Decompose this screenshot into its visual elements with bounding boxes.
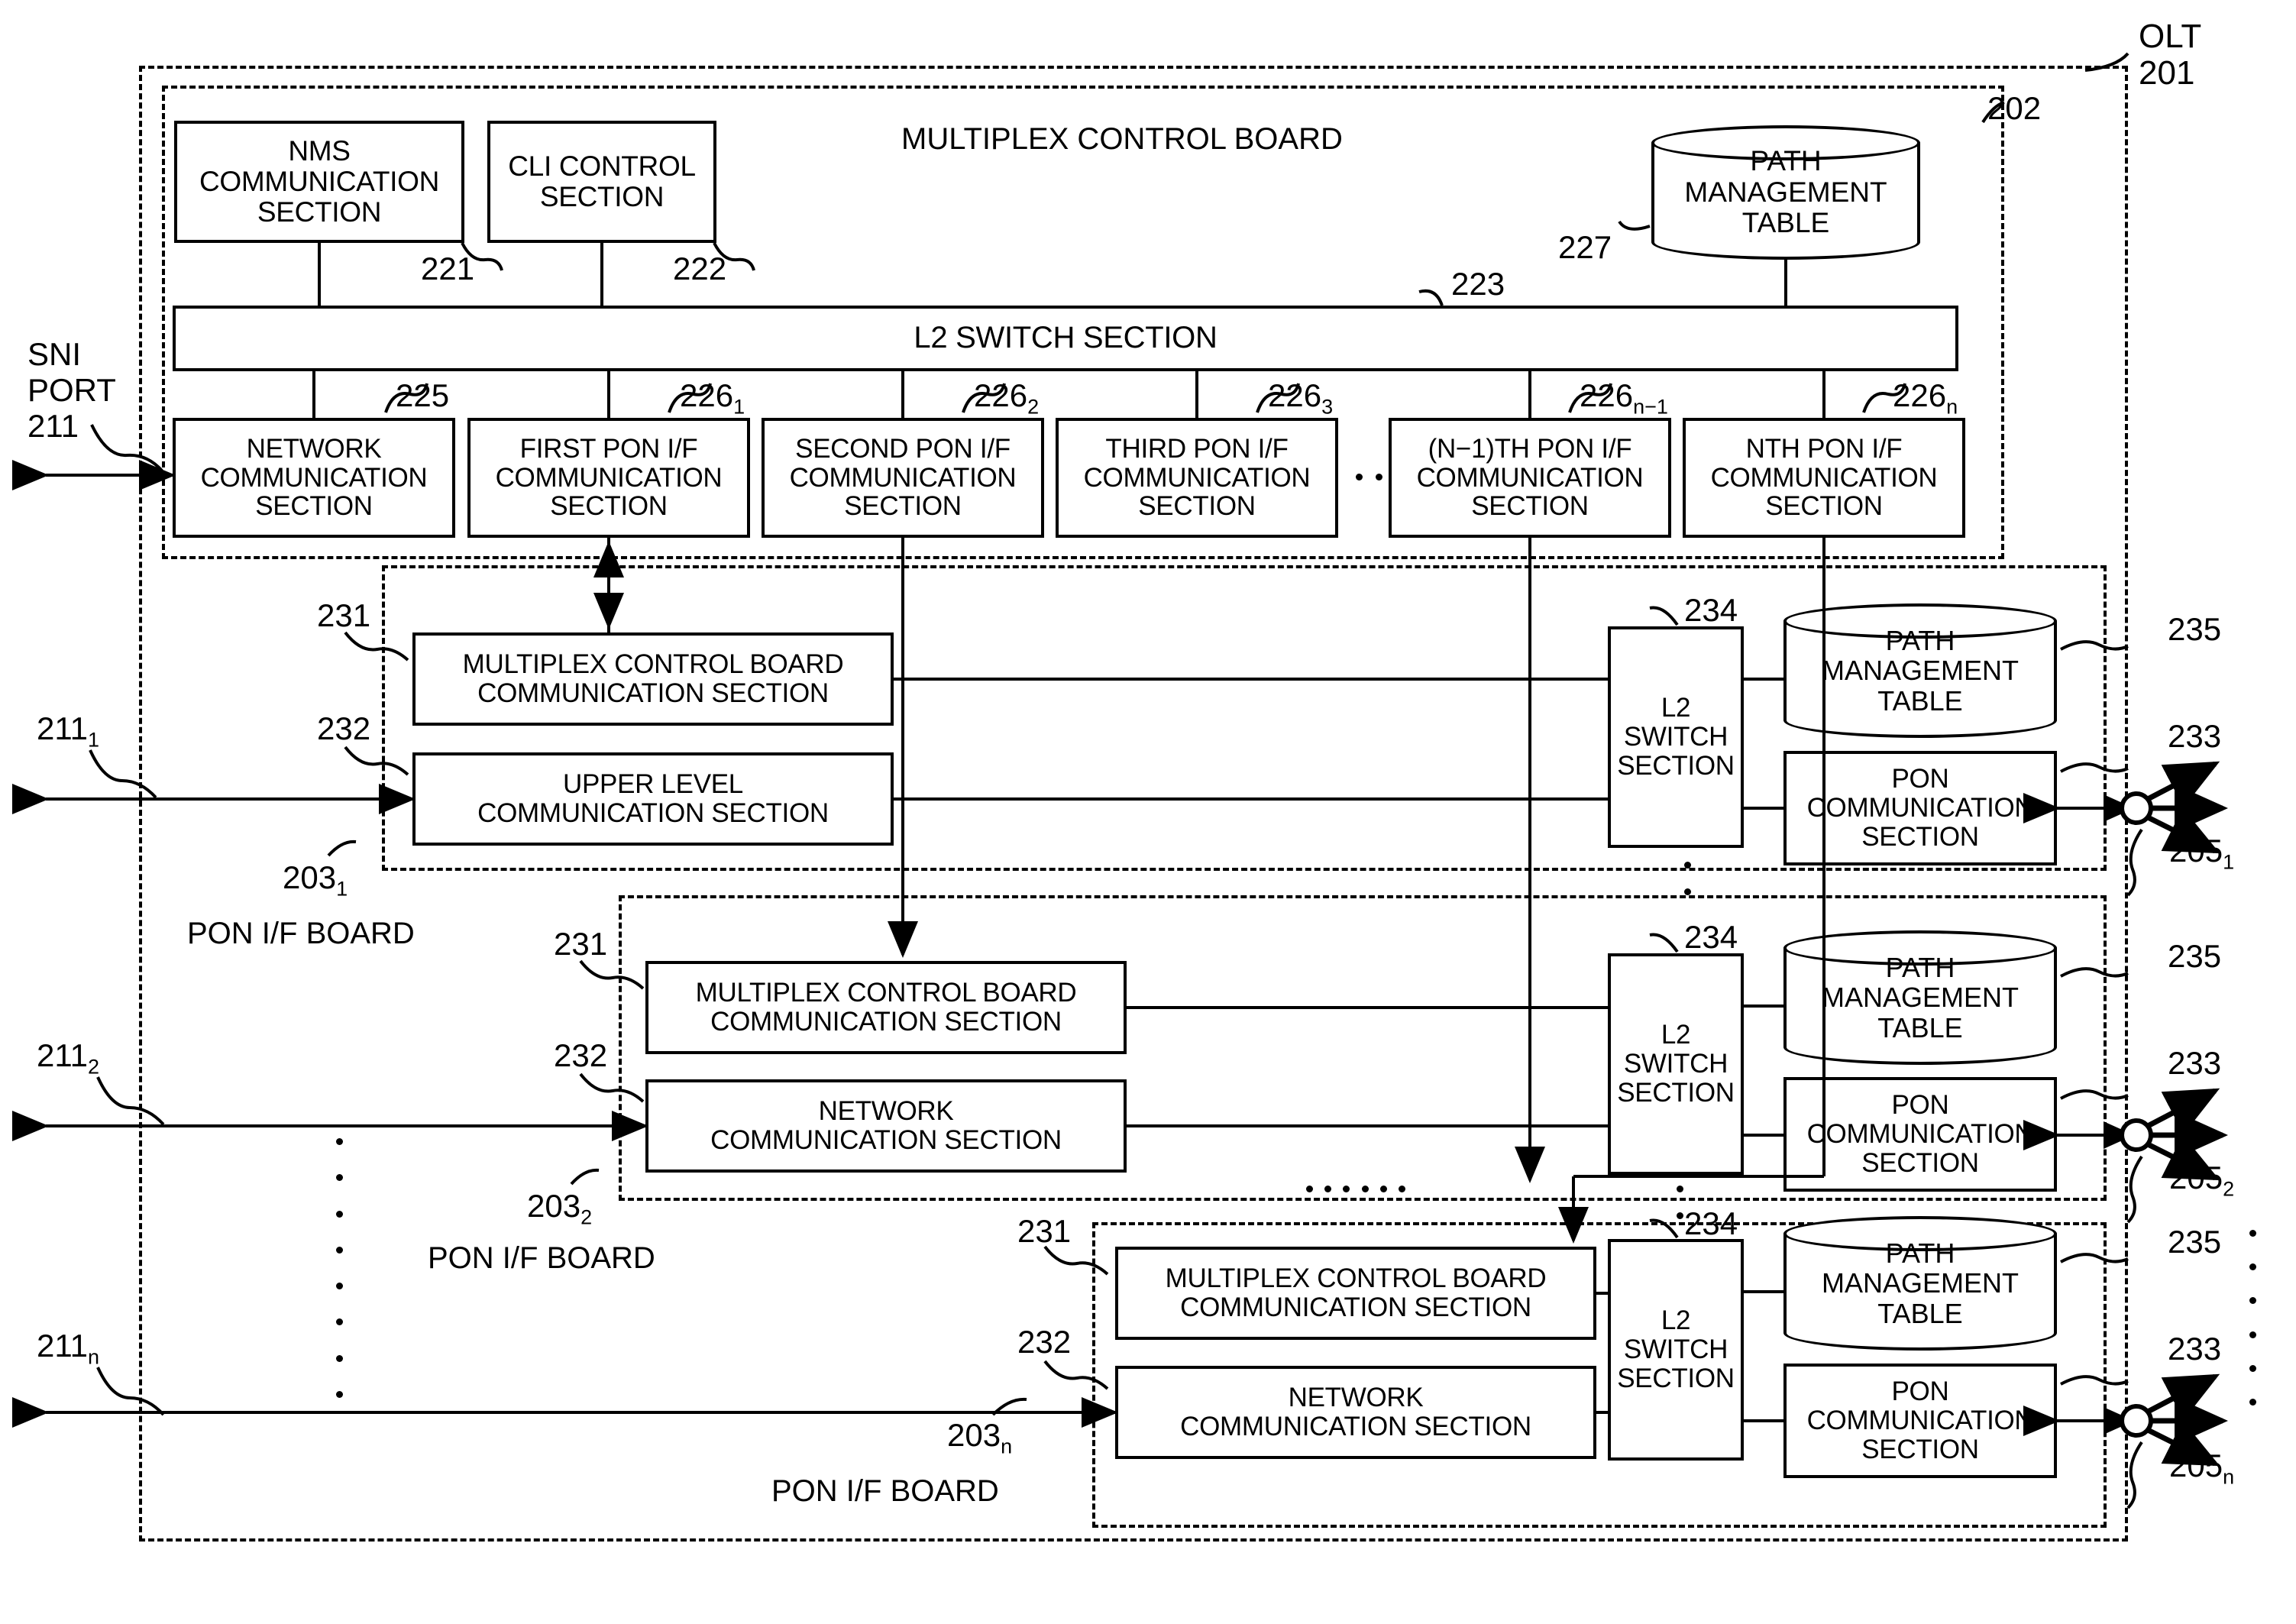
pon-board-2-port-ref: 2112 <box>37 1037 99 1079</box>
pon-board-1-splitter-ref: 2051 <box>2169 833 2235 874</box>
ref-226-3: 2263 <box>1268 377 1334 419</box>
pon-board-1-upper-level-communication-section-label: UPPER LEVEL COMMUNICATION SECTION <box>477 769 829 828</box>
third-pon-if-communication-section-label: THIRD PON I/F COMMUNICATION SECTION <box>1083 433 1311 522</box>
pon-board-n-port-ref: 211n <box>37 1328 99 1369</box>
pon-if-board-2-label: PON I/F BOARD <box>428 1241 655 1275</box>
ref-202: 202 <box>1987 90 2042 126</box>
ref-223: 223 <box>1451 266 1505 302</box>
pon-board-n-pon-communication-section-label: PON COMMUNICATION SECTION <box>1806 1377 2034 1464</box>
pon-board-n-path-management-table[interactable]: PATH MANAGEMENT TABLE <box>1783 1216 2057 1351</box>
middle-vertical-ellipsis <box>1677 1186 1683 1219</box>
n-minus-1-pon-if-communication-section[interactable]: (N−1)TH PON I/F COMMUNICATION SECTION <box>1389 418 1671 538</box>
third-pon-if-communication-section[interactable]: THIRD PON I/F COMMUNICATION SECTION <box>1056 418 1338 538</box>
l2-switch-section-board[interactable]: L2 SWITCH SECTION <box>173 306 1958 371</box>
pon-board-n-network-communication-section-label: NETWORK COMMUNICATION SECTION <box>1180 1383 1531 1441</box>
pon-board-2-path-management-table-label: PATH MANAGEMENT TABLE <box>1821 951 2019 1043</box>
pon-board-n-pon-communication-section[interactable]: PON COMMUNICATION SECTION <box>1783 1364 2057 1478</box>
ref-221: 221 <box>421 251 475 286</box>
pon-board-1-path-management-table-label: PATH MANAGEMENT TABLE <box>1821 624 2019 717</box>
pon-board-1-ref-235: 235 <box>2168 611 2222 647</box>
cli-control-section[interactable]: CLI CONTROL SECTION <box>487 121 716 243</box>
path-management-table-board[interactable]: PATH MANAGEMENT TABLE <box>1651 125 1920 260</box>
ref-226-n-1: 226n−1 <box>1580 377 1668 419</box>
pon-board-1-path-management-table[interactable]: PATH MANAGEMENT TABLE <box>1783 603 2057 738</box>
multiplex-control-board-title: MULTIPLEX CONTROL BOARD <box>901 122 1343 156</box>
pon-board-1-l2-switch-section[interactable]: L2 SWITCH SECTION <box>1608 626 1744 848</box>
pon-board-2-l2-switch-section[interactable]: L2 SWITCH SECTION <box>1608 953 1744 1175</box>
sni-port-label: SNI PORT 211 <box>27 336 116 445</box>
pon-board-2-ref-234: 234 <box>1684 919 1738 955</box>
first-pon-if-communication-section-label: FIRST PON I/F COMMUNICATION SECTION <box>495 433 723 522</box>
pon-board-1-ref-232: 232 <box>317 710 371 746</box>
pon-if-board-1-ref: 2031 <box>283 859 348 901</box>
pon-if-board-1-label: PON I/F BOARD <box>187 917 415 950</box>
olt-label: OLT 201 <box>2139 18 2202 92</box>
pon-board-1-mcb-communication-section[interactable]: MULTIPLEX CONTROL BOARD COMMUNICATION SEC… <box>412 632 894 726</box>
pon-board-n-splitter-ref: 205n <box>2169 1448 2235 1489</box>
ref-226-1: 2261 <box>680 377 745 419</box>
network-communication-section-board-label: NETWORK COMMUNICATION SECTION <box>200 433 428 522</box>
pon-board-2-ref-232: 232 <box>554 1037 608 1073</box>
nth-pon-if-communication-section[interactable]: NTH PON I/F COMMUNICATION SECTION <box>1683 418 1965 538</box>
ref-226-n: 226n <box>1893 377 1958 419</box>
second-pon-if-communication-section-label: SECOND PON I/F COMMUNICATION SECTION <box>789 433 1017 522</box>
pon-board-1-pon-communication-section[interactable]: PON COMMUNICATION SECTION <box>1783 751 2057 865</box>
pon-board-n-ref-233: 233 <box>2168 1331 2222 1367</box>
pon-board-1-ref-231: 231 <box>317 597 371 633</box>
ref-222: 222 <box>673 251 727 286</box>
pon-board-2-pon-communication-section[interactable]: PON COMMUNICATION SECTION <box>1783 1077 2057 1192</box>
second-pon-if-communication-section[interactable]: SECOND PON I/F COMMUNICATION SECTION <box>762 418 1044 538</box>
pon-board-1-ref-234: 234 <box>1684 592 1738 628</box>
pon-board-n-network-communication-section[interactable]: NETWORK COMMUNICATION SECTION <box>1115 1366 1596 1459</box>
path-management-table-board-label: PATH MANAGEMENT TABLE <box>1684 144 1887 239</box>
pon-board-n-path-management-table-label: PATH MANAGEMENT TABLE <box>1821 1237 2019 1329</box>
pon-board-n-l2-switch-section[interactable]: L2 SWITCH SECTION <box>1608 1239 1744 1461</box>
pon-board-2-ref-231: 231 <box>554 926 608 962</box>
pon-board-n-ref-232: 232 <box>1017 1324 1072 1360</box>
n-minus-1-pon-if-communication-section-label: (N−1)TH PON I/F COMMUNICATION SECTION <box>1416 433 1644 522</box>
nms-communication-section[interactable]: NMS COMMUNICATION SECTION <box>174 121 464 243</box>
ref-226-2: 2262 <box>974 377 1040 419</box>
pon-board-2-path-management-table[interactable]: PATH MANAGEMENT TABLE <box>1783 930 2057 1065</box>
pon-board-1-upper-level-communication-section[interactable]: UPPER LEVEL COMMUNICATION SECTION <box>412 752 894 846</box>
pon-board-2-pon-communication-section-label: PON COMMUNICATION SECTION <box>1806 1090 2034 1178</box>
cli-control-section-label: CLI CONTROL SECTION <box>508 150 696 212</box>
ref-225: 225 <box>396 377 450 413</box>
pon-board-2-network-communication-section[interactable]: NETWORK COMMUNICATION SECTION <box>645 1079 1127 1173</box>
mcb-arrows-ellipsis <box>1306 1186 1405 1192</box>
pon-board-2-ref-235: 235 <box>2168 938 2222 974</box>
pon-board-n-mcb-communication-section[interactable]: MULTIPLEX CONTROL BOARD COMMUNICATION SEC… <box>1115 1247 1596 1340</box>
pon-board-2-mcb-communication-section-label: MULTIPLEX CONTROL BOARD COMMUNICATION SEC… <box>695 978 1077 1037</box>
nms-communication-section-label: NMS COMMUNICATION SECTION <box>199 135 439 228</box>
left-vertical-ellipsis <box>336 1138 343 1398</box>
pon-board-2-mcb-communication-section[interactable]: MULTIPLEX CONTROL BOARD COMMUNICATION SEC… <box>645 961 1127 1054</box>
pon-board-1-pon-communication-section-label: PON COMMUNICATION SECTION <box>1806 764 2034 852</box>
pon-board-n-l2-switch-section-label: L2 SWITCH SECTION <box>1617 1305 1735 1393</box>
pon-board-2-l2-switch-section-label: L2 SWITCH SECTION <box>1617 1020 1735 1108</box>
pon-if-board-n-ref: 203n <box>947 1417 1013 1458</box>
pon-board-2-network-communication-section-label: NETWORK COMMUNICATION SECTION <box>710 1096 1062 1155</box>
patent-figure-canvas: MULTIPLEX CONTROL BOARD NMS COMMUNICATION… <box>0 0 2296 1624</box>
first-pon-if-communication-section[interactable]: FIRST PON I/F COMMUNICATION SECTION <box>467 418 750 538</box>
pon-board-1-l2-switch-section-label: L2 SWITCH SECTION <box>1617 693 1735 781</box>
pon-board-n-ref-235: 235 <box>2168 1224 2222 1260</box>
ref-227: 227 <box>1558 229 1612 265</box>
l2-switch-section-board-label: L2 SWITCH SECTION <box>914 321 1218 355</box>
pon-if-board-2-ref: 2032 <box>527 1188 593 1229</box>
pon-comm-vertical-ellipsis <box>1684 862 1691 895</box>
pon-board-1-ref-233: 233 <box>2168 718 2222 754</box>
network-communication-section-board[interactable]: NETWORK COMMUNICATION SECTION <box>173 418 455 538</box>
pon-board-n-ref-231: 231 <box>1017 1213 1072 1249</box>
pon-board-1-port-ref: 2111 <box>37 710 99 752</box>
pon-board-n-mcb-communication-section-label: MULTIPLEX CONTROL BOARD COMMUNICATION SEC… <box>1165 1263 1547 1322</box>
right-vertical-ellipsis <box>2249 1230 2256 1406</box>
pon-if-board-n-label: PON I/F BOARD <box>771 1474 999 1508</box>
pon-board-1-mcb-communication-section-label: MULTIPLEX CONTROL BOARD COMMUNICATION SEC… <box>462 649 844 708</box>
pon-board-n-ref-234: 234 <box>1684 1205 1738 1241</box>
pon-board-2-ref-233: 233 <box>2168 1045 2222 1081</box>
nth-pon-if-communication-section-label: NTH PON I/F COMMUNICATION SECTION <box>1710 433 1938 522</box>
pon-board-2-splitter-ref: 2052 <box>2169 1160 2235 1201</box>
